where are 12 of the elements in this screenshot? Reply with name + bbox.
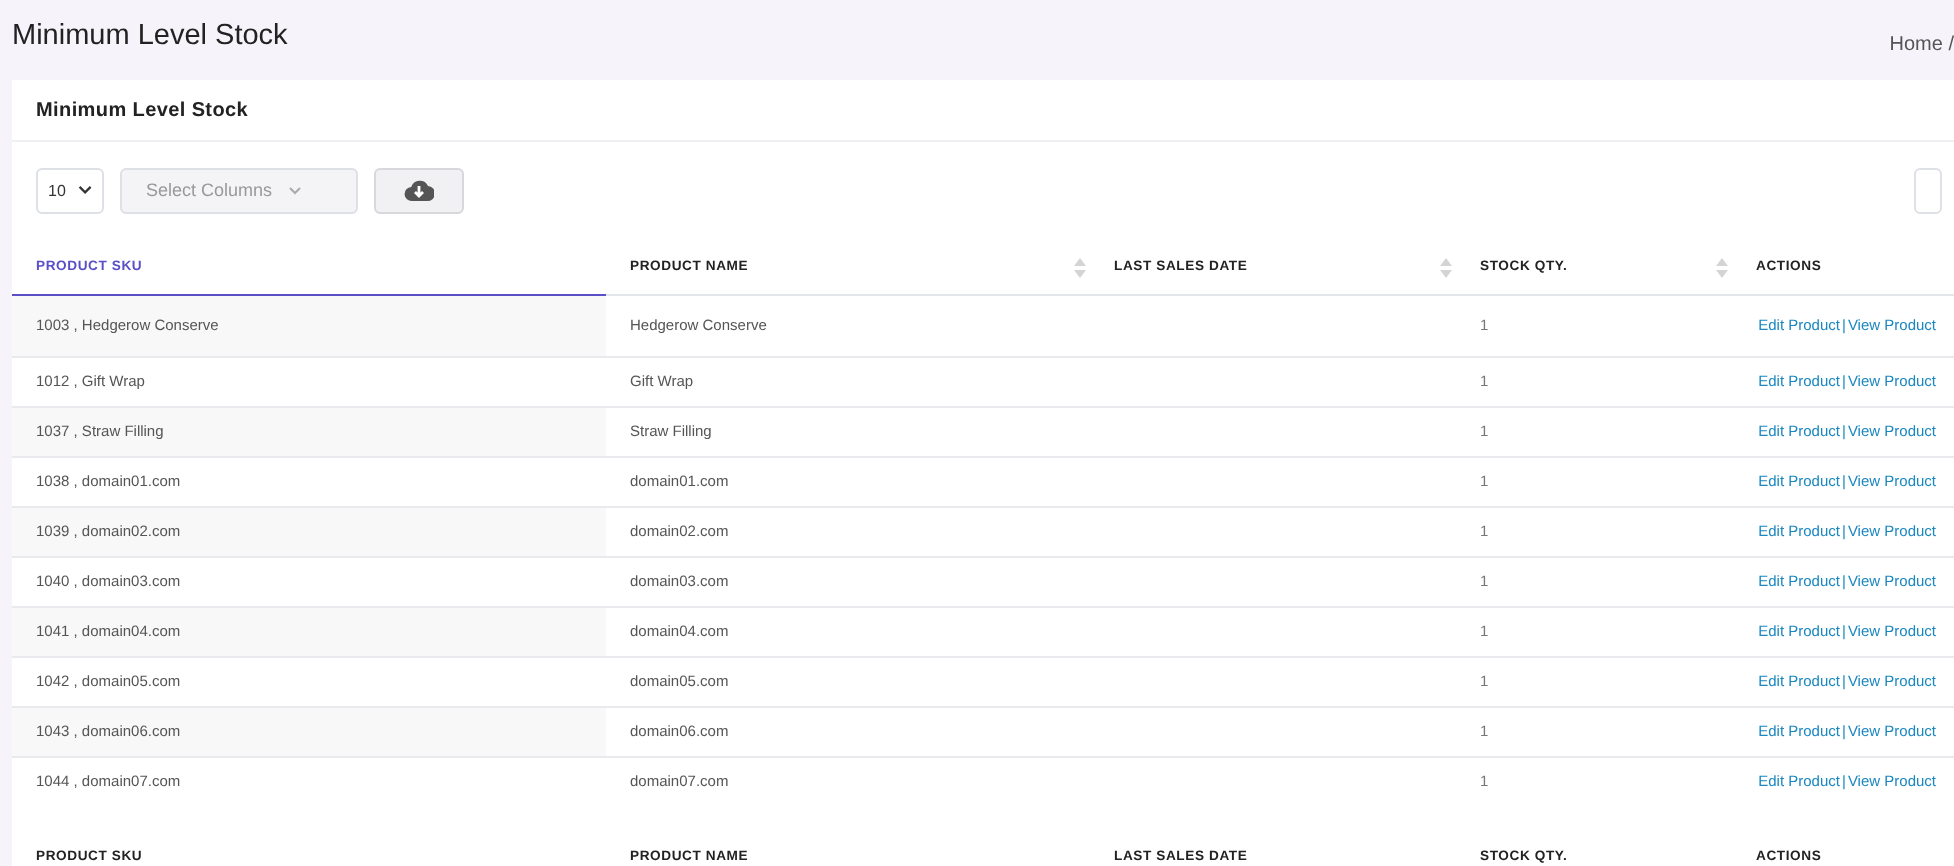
page-title: Minimum Level Stock	[12, 20, 288, 52]
select-columns-dropdown[interactable]: Select Columns	[120, 167, 358, 213]
sort-icon	[1716, 258, 1728, 278]
card-title: Minimum Level Stock	[36, 99, 249, 121]
chevron-down-icon	[77, 184, 92, 196]
breadcrumb: Home /	[1889, 34, 1954, 56]
page-size-select[interactable]: 10	[36, 167, 104, 213]
cloud-download-icon	[404, 178, 434, 202]
sort-icon	[1074, 258, 1086, 278]
chevron-down-icon	[288, 185, 303, 195]
sort-icon	[1440, 258, 1452, 278]
download-button[interactable]	[374, 167, 464, 213]
